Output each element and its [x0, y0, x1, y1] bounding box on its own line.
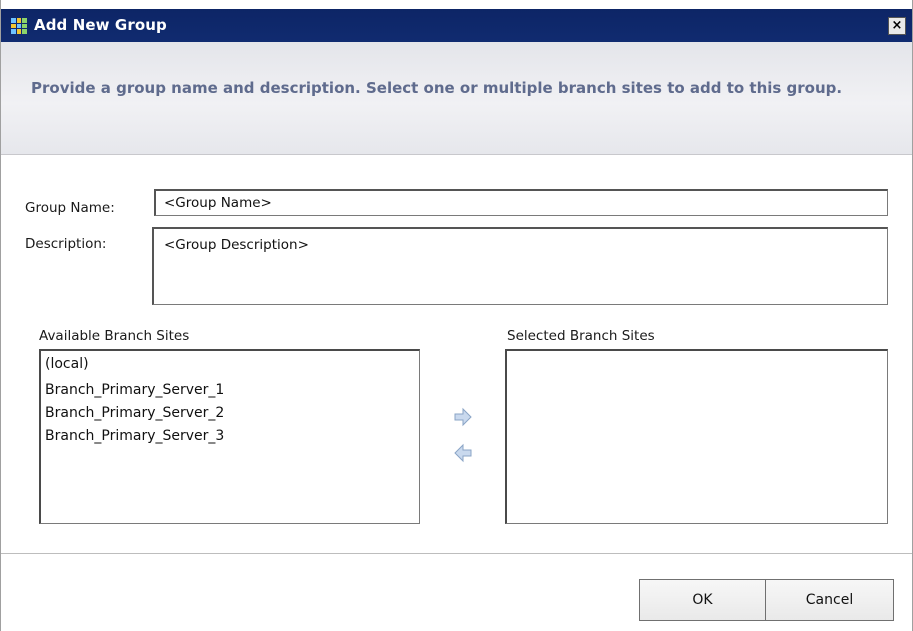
title-bar[interactable]: Add New Group × [1, 9, 912, 42]
list-item[interactable]: Branch_Primary_Server_1 [45, 379, 415, 402]
available-sites-label: Available Branch Sites [39, 328, 190, 344]
selected-sites-list[interactable] [505, 349, 888, 524]
footer-divider [1, 553, 912, 554]
window-title: Add New Group [34, 16, 167, 34]
selected-sites-label: Selected Branch Sites [507, 328, 655, 344]
list-item[interactable]: Branch_Primary_Server_2 [45, 402, 415, 425]
list-item[interactable]: Branch_Primary_Server_3 [45, 425, 415, 448]
group-name-label: Group Name: [25, 200, 115, 216]
add-new-group-dialog: Add New Group × Provide a group name and… [0, 0, 913, 631]
cancel-button[interactable]: Cancel [765, 579, 894, 621]
arrow-right-icon[interactable] [453, 407, 473, 427]
instruction-banner: Provide a group name and description. Se… [1, 42, 912, 155]
group-name-input[interactable]: <Group Name> [154, 189, 888, 216]
ok-button[interactable]: OK [639, 579, 766, 621]
instruction-text: Provide a group name and description. Se… [31, 79, 843, 97]
description-textarea[interactable]: <Group Description> [152, 227, 888, 305]
close-button[interactable]: × [888, 17, 906, 35]
close-icon: × [891, 18, 903, 33]
available-sites-list[interactable]: (local) Branch_Primary_Server_1 Branch_P… [39, 349, 420, 524]
arrow-left-icon[interactable] [453, 443, 473, 463]
description-label: Description: [25, 236, 107, 252]
list-item[interactable]: (local) [45, 353, 415, 379]
app-grid-icon [11, 18, 27, 34]
